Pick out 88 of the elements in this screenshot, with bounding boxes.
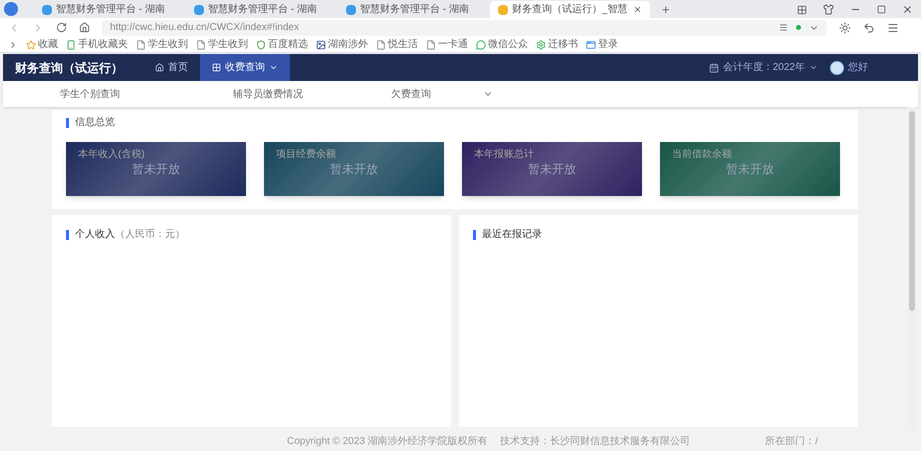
tab-favicon-icon (498, 4, 508, 14)
panel-title: 信息总览 (75, 116, 115, 130)
bookmark-icon (586, 40, 596, 50)
nav-tab[interactable]: 收费查询 (200, 54, 290, 81)
close-icon[interactable] (633, 5, 642, 14)
tab-title: 财务查询（试运行）_智慧 (512, 2, 628, 17)
tab-favicon-icon (346, 4, 356, 14)
menu-icon[interactable] (779, 23, 788, 32)
reload-icon[interactable] (56, 22, 67, 33)
tab-title: 智慧财务管理平台 - 湖南 (208, 2, 317, 17)
department-text: 所在部门：/ (765, 434, 818, 448)
undo-icon[interactable] (863, 22, 875, 34)
tab-favicon-icon (42, 4, 52, 14)
bookmark-icon (196, 40, 206, 50)
bookmark-icon (536, 40, 546, 50)
bookmark-icon (376, 40, 386, 50)
close-icon[interactable] (902, 4, 913, 15)
bookmark-item[interactable]: 学生收到 (196, 37, 248, 52)
fiscal-year-label[interactable]: 会计年度：2022年 (722, 60, 805, 75)
avatar-icon[interactable] (830, 60, 844, 74)
app-title: 财务查询（试运行） (14, 60, 124, 76)
caret-icon[interactable] (809, 63, 818, 72)
bookmark-item[interactable]: 登录 (586, 37, 618, 52)
bookmark-label: 收藏 (38, 38, 58, 52)
bookmark-icon (136, 40, 146, 50)
bookmark-icon (426, 40, 436, 50)
caret-icon (269, 63, 278, 72)
bookmark-icon (256, 40, 266, 50)
card-value: 暂未开放 (330, 161, 378, 178)
calendar-icon (708, 62, 719, 72)
card-label: 项目经费余额 (276, 150, 337, 160)
card-label: 当前借款余额 (672, 150, 733, 160)
panel-title: 个人收入 (75, 228, 115, 242)
browser-tab[interactable]: 财务查询（试运行）_智慧 (490, 1, 650, 18)
bookmark-label: 一卡通 (438, 38, 468, 52)
home-icon (155, 63, 164, 72)
bookmark-icon (66, 40, 76, 50)
nav-tab[interactable]: 首页 (143, 54, 200, 81)
copyright-text: Copyright © 2023 湖南涉外经济学院版权所有 (287, 434, 488, 448)
support-text: 技术支持：长沙同财信息技术服务有限公司 (500, 434, 690, 448)
menu-icon[interactable] (887, 22, 899, 34)
bookmark-icon (316, 40, 326, 50)
bookmark-label: 学生收到 (148, 38, 188, 52)
panel-title: 最近在报记录 (482, 228, 542, 242)
grid-icon (212, 63, 221, 72)
browser-logo-icon[interactable] (4, 2, 18, 16)
new-tab-button[interactable]: + (654, 2, 678, 18)
bookmark-label: 学生收到 (208, 38, 248, 52)
section-marker-icon (473, 230, 476, 240)
bookmark-item[interactable]: 收藏 (26, 37, 58, 52)
tab-favicon-icon (194, 4, 204, 14)
bookmark-label: 百度精选 (268, 38, 308, 52)
bookmark-icon (476, 40, 486, 50)
bookmark-icon (26, 40, 36, 50)
section-marker-icon (66, 118, 69, 128)
bookmark-label: 手机收藏夹 (78, 38, 128, 52)
subnav-link[interactable]: 辅导员缴费情况 (233, 86, 303, 102)
greeting-text: 您好 (848, 61, 868, 75)
address-field[interactable]: http://cwc.hieu.edu.cn/CWCX/index#!index (102, 20, 827, 36)
unit-label: （人民币：元） (115, 228, 185, 242)
bookmark-label: 迁移书 (548, 38, 578, 52)
section-marker-icon (66, 230, 69, 240)
bookmark-label: 湖南涉外 (328, 38, 368, 52)
subnav-link[interactable]: 欠费查询 (391, 86, 431, 102)
bookmark-item[interactable]: 湖南涉外 (316, 37, 368, 52)
card-value: 暂未开放 (726, 161, 774, 178)
card-value: 暂未开放 (132, 161, 180, 178)
url-text: http://cwc.hieu.edu.cn/CWCX/index#!index (110, 21, 299, 35)
maximize-icon[interactable] (877, 5, 886, 14)
card-value: 暂未开放 (528, 161, 576, 178)
bookmark-item[interactable]: 手机收藏夹 (66, 37, 128, 52)
tab-title: 智慧财务管理平台 - 湖南 (360, 2, 469, 17)
subnav-link[interactable]: 学生个别查询 (60, 86, 120, 102)
bookmark-item[interactable]: 一卡通 (426, 37, 468, 52)
bookmark-item[interactable]: 悦生活 (376, 37, 418, 52)
bookmark-item[interactable]: 迁移书 (536, 37, 578, 52)
bookmark-item[interactable]: 学生收到 (136, 37, 188, 52)
tab-title: 智慧财务管理平台 - 湖南 (56, 2, 165, 17)
bookmark-item[interactable]: 百度精选 (256, 37, 308, 52)
bookmark-item[interactable]: 微信公众 (476, 37, 528, 52)
shirt-icon[interactable] (823, 4, 834, 15)
window-icon[interactable] (797, 4, 807, 14)
bookmark-label: 悦生活 (388, 38, 418, 52)
bookmark-label: 微信公众 (488, 38, 528, 52)
home-icon[interactable] (79, 22, 90, 33)
card-label: 本年收入(含税) (78, 150, 146, 160)
bookmark-label: 登录 (598, 38, 618, 52)
card-label: 本年报账总计 (474, 150, 535, 160)
